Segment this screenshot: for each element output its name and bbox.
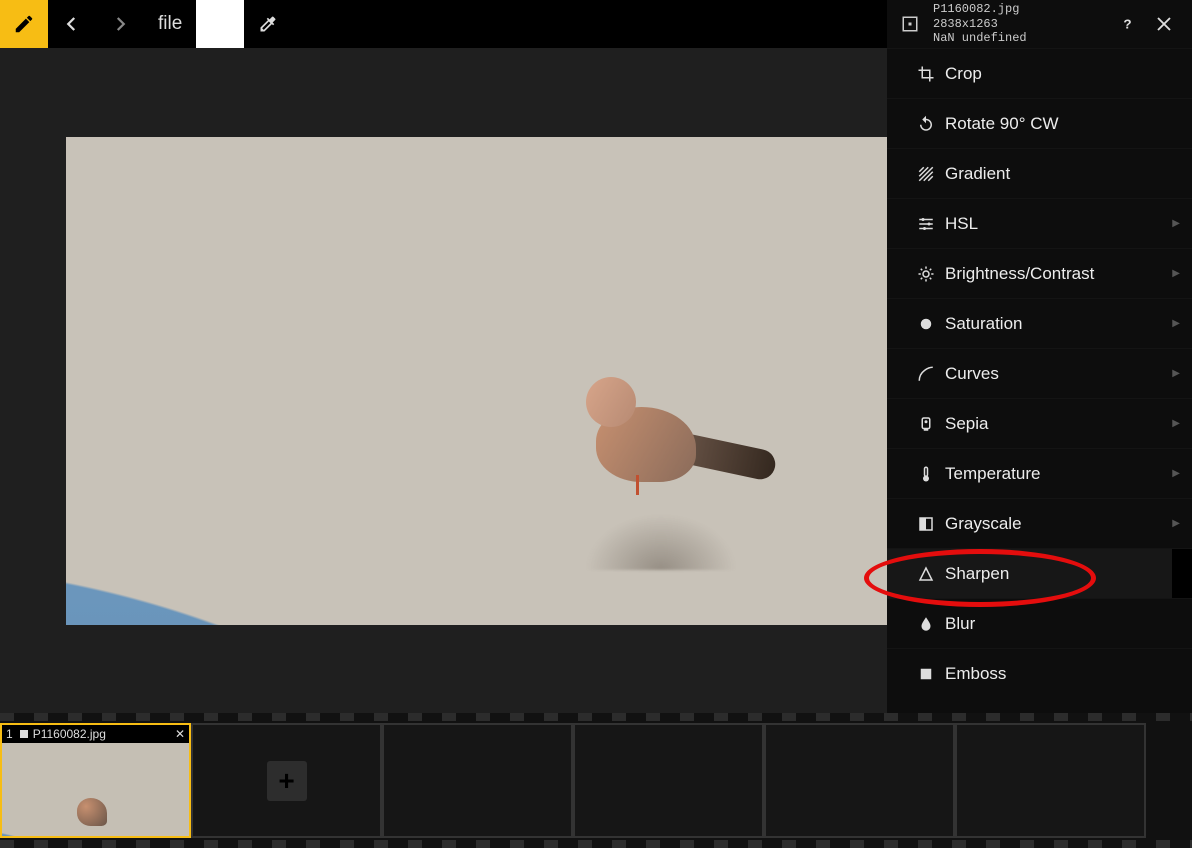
sepia-icon bbox=[917, 415, 935, 433]
gradient-icon bbox=[917, 165, 935, 183]
file-menu-button[interactable]: file bbox=[144, 0, 196, 48]
chevron-left-icon bbox=[63, 15, 81, 33]
help-icon: ? bbox=[1119, 15, 1137, 33]
thumb-close-button[interactable]: ✕ bbox=[175, 727, 185, 741]
add-image-button[interactable]: + bbox=[267, 761, 307, 801]
color-picker-button[interactable] bbox=[244, 0, 292, 48]
chevron-right-icon bbox=[111, 15, 129, 33]
panel-item-blur[interactable]: Blur bbox=[887, 598, 1192, 648]
adjustments-panel: P1160082.jpg 2838x1263 NaN undefined ? C… bbox=[887, 0, 1192, 713]
pencil-icon bbox=[13, 13, 35, 35]
chevron-right-icon: ▶ bbox=[1172, 368, 1180, 379]
blank-tool-button[interactable] bbox=[196, 0, 244, 48]
chevron-right-icon: ▶ bbox=[1172, 218, 1180, 229]
square-icon bbox=[917, 665, 935, 683]
help-button[interactable]: ? bbox=[1110, 15, 1146, 33]
panel-item-sharpen[interactable]: Sharpen bbox=[887, 548, 1192, 598]
panel-item-label: HSL bbox=[945, 214, 978, 234]
panel-item-label: Sharpen bbox=[945, 564, 1009, 584]
meta-filename: P1160082.jpg bbox=[933, 2, 1110, 16]
thumb-filename: P1160082.jpg bbox=[29, 727, 175, 741]
panel-item-saturation[interactable]: Saturation ▶ bbox=[887, 298, 1192, 348]
sprocket-decoration bbox=[0, 840, 1192, 848]
meta-dimensions: 2838x1263 bbox=[933, 17, 1110, 31]
panel-item-label: Temperature bbox=[945, 464, 1040, 484]
thumb-index: 1 bbox=[6, 727, 13, 741]
thumbnail-1[interactable]: 1 P1160082.jpg ✕ bbox=[0, 723, 191, 838]
sliders-icon bbox=[917, 215, 935, 233]
panel-item-sepia[interactable]: Sepia ▶ bbox=[887, 398, 1192, 448]
edit-tool-button[interactable] bbox=[0, 0, 48, 48]
panel-item-emboss[interactable]: Emboss bbox=[887, 648, 1192, 698]
sprocket-decoration bbox=[0, 713, 1192, 721]
halfsq-icon bbox=[917, 515, 935, 533]
panel-item-temperature[interactable]: Temperature ▶ bbox=[887, 448, 1192, 498]
chevron-right-icon: ▶ bbox=[1172, 318, 1180, 329]
panel-item-label: Sepia bbox=[945, 414, 988, 434]
meta-status: NaN undefined bbox=[933, 31, 1110, 45]
drop-icon bbox=[917, 615, 935, 633]
empty-thumbnail-slot bbox=[955, 723, 1146, 838]
panel-item-label: Gradient bbox=[945, 164, 1010, 184]
curve-icon bbox=[917, 365, 935, 383]
chevron-right-icon: ▶ bbox=[1172, 468, 1180, 479]
svg-text:?: ? bbox=[1124, 19, 1132, 34]
circle-icon bbox=[917, 315, 935, 333]
close-icon bbox=[1155, 15, 1173, 33]
panel-item-curves[interactable]: Curves ▶ bbox=[887, 348, 1192, 398]
close-panel-button[interactable] bbox=[1146, 15, 1182, 33]
panel-item-brightness[interactable]: Brightness/Contrast ▶ bbox=[887, 248, 1192, 298]
rotate-icon bbox=[917, 115, 935, 133]
panel-item-label: Grayscale bbox=[945, 514, 1022, 534]
chevron-right-icon: ▶ bbox=[1172, 518, 1180, 529]
add-thumbnail-slot: + bbox=[191, 723, 382, 838]
fit-screen-button[interactable] bbox=[897, 15, 923, 33]
panel-item-label: Saturation bbox=[945, 314, 1023, 334]
empty-thumbnail-slot bbox=[382, 723, 573, 838]
panel-item-label: Curves bbox=[945, 364, 999, 384]
filmstrip: 1 P1160082.jpg ✕ + bbox=[0, 713, 1192, 848]
chevron-right-icon: ▶ bbox=[1172, 268, 1180, 279]
nav-forward-button[interactable] bbox=[96, 0, 144, 48]
panel-item-rotate[interactable]: Rotate 90° CW bbox=[887, 98, 1192, 148]
thermo-icon bbox=[917, 465, 935, 483]
panel-item-label: Emboss bbox=[945, 664, 1006, 684]
fit-icon bbox=[901, 15, 919, 33]
panel-item-gradient[interactable]: Gradient bbox=[887, 148, 1192, 198]
panel-item-hsl[interactable]: HSL ▶ bbox=[887, 198, 1192, 248]
empty-thumbnail-slot bbox=[573, 723, 764, 838]
empty-thumbnail-slot bbox=[764, 723, 955, 838]
panel-item-label: Blur bbox=[945, 614, 975, 634]
panel-item-crop[interactable]: Crop bbox=[887, 48, 1192, 98]
file-meta: P1160082.jpg 2838x1263 NaN undefined bbox=[923, 2, 1110, 45]
chevron-right-icon: ▶ bbox=[1172, 418, 1180, 429]
sun-icon bbox=[917, 265, 935, 283]
eyedropper-icon bbox=[258, 14, 278, 34]
panel-item-grayscale[interactable]: Grayscale ▶ bbox=[887, 498, 1192, 548]
nav-back-button[interactable] bbox=[48, 0, 96, 48]
thumb-image bbox=[2, 743, 189, 836]
triangle-icon bbox=[917, 565, 935, 583]
panel-item-label: Brightness/Contrast bbox=[945, 264, 1094, 284]
panel-header: P1160082.jpg 2838x1263 NaN undefined ? bbox=[887, 0, 1192, 48]
panel-item-label: Rotate 90° CW bbox=[945, 114, 1059, 134]
panel-item-label: Crop bbox=[945, 64, 982, 84]
crop-icon bbox=[917, 65, 935, 83]
stop-icon bbox=[19, 729, 29, 739]
